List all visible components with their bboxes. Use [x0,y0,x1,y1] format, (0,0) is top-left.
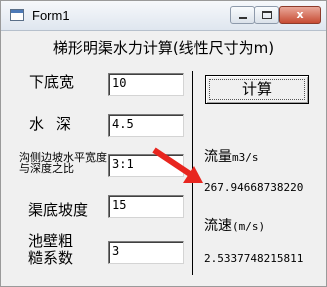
red-arrow-annotation [152,147,203,183]
arrow-shaft [152,147,195,179]
